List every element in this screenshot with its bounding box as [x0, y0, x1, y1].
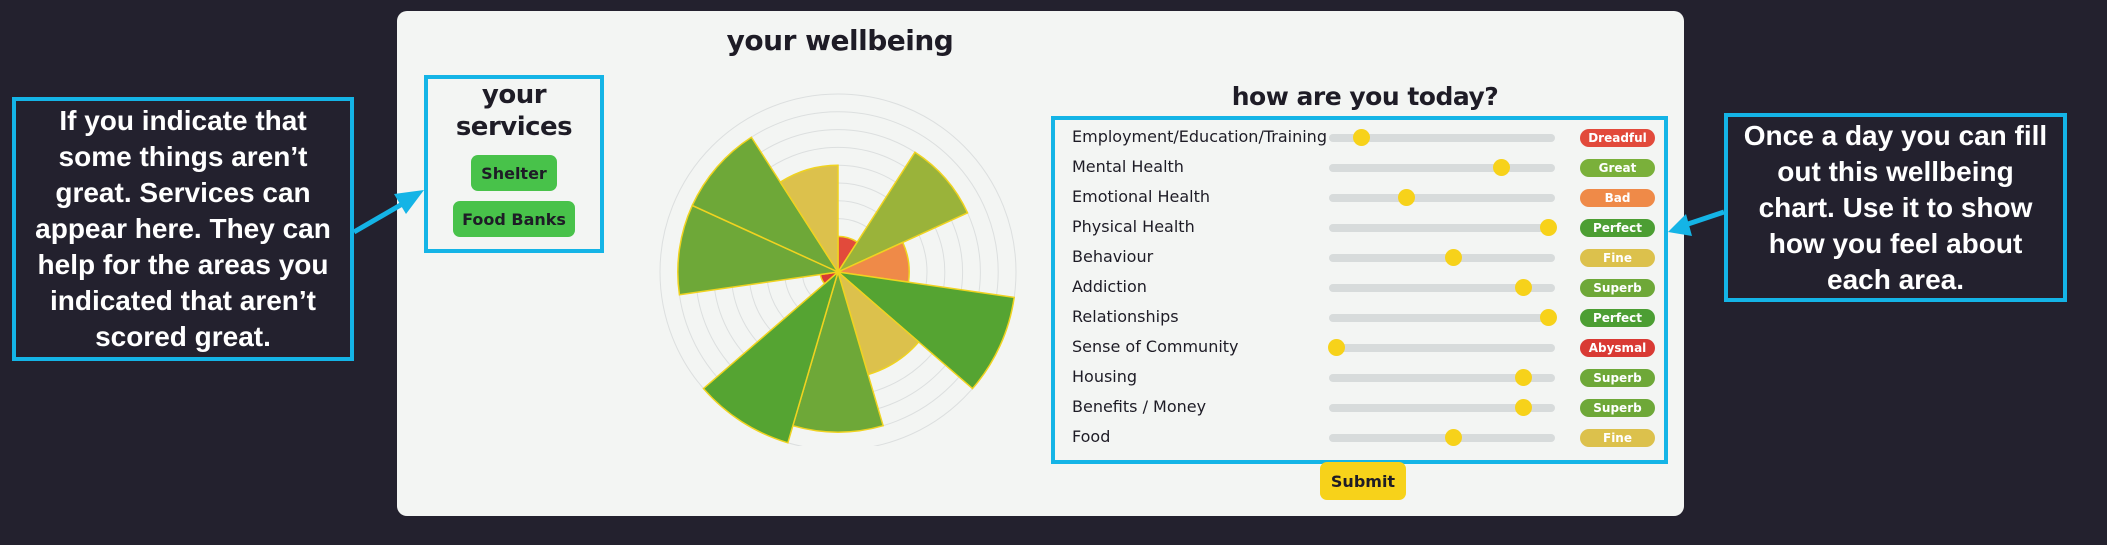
wellbeing-row: Emotional Health Bad [1072, 182, 1662, 212]
wellbeing-form: Employment/Education/Training Dreadful Men… [1051, 116, 1668, 464]
rating-badge: Dreadful [1580, 129, 1655, 147]
rating-badge: Perfect [1580, 219, 1655, 237]
rating-badge: Superb [1580, 369, 1655, 387]
chart-title: your wellbeing [726, 24, 954, 57]
services-title-line2: services [455, 112, 573, 142]
row-label: Employment/Education/Training [1072, 127, 1327, 146]
row-label: Mental Health [1072, 157, 1184, 176]
shelter-button[interactable]: Shelter [471, 155, 557, 191]
row-label: Emotional Health [1072, 187, 1211, 206]
rating-badge: Bad [1580, 189, 1655, 207]
services-title-line1: your [481, 80, 547, 110]
rating-badge: Superb [1580, 399, 1655, 417]
row-label: Relationships [1072, 307, 1179, 326]
slider-thumb[interactable] [1540, 309, 1558, 326]
wellbeing-row: Sense of Community Abysmal [1072, 332, 1662, 362]
wellbeing-row: Housing Superb [1072, 362, 1662, 392]
rating-slider[interactable] [1329, 279, 1555, 296]
rating-badge: Great [1580, 159, 1655, 177]
slider-thumb[interactable] [1445, 429, 1463, 446]
slider-thumb[interactable] [1327, 339, 1345, 356]
form-title: how are you today? [1231, 82, 1499, 111]
wellbeing-row: Physical Health Perfect [1072, 212, 1662, 242]
row-label: Benefits / Money [1072, 397, 1207, 416]
slider-thumb[interactable] [1397, 189, 1415, 206]
slider-thumb[interactable] [1492, 159, 1510, 176]
rating-slider[interactable] [1329, 369, 1555, 386]
row-label: Physical Health [1072, 217, 1195, 236]
wellbeing-row: Relationships Perfect [1072, 302, 1662, 332]
right-arrowhead-icon [1668, 214, 1692, 236]
submit-button[interactable]: Submit [1320, 462, 1406, 500]
slider-thumb[interactable] [1352, 129, 1370, 146]
slider-thumb[interactable] [1515, 369, 1533, 386]
slider-thumb[interactable] [1515, 279, 1533, 296]
rating-slider[interactable] [1327, 339, 1555, 356]
rating-badge: Abysmal [1580, 339, 1655, 357]
wellbeing-row: Mental Health Great [1072, 152, 1662, 182]
row-label: Housing [1072, 367, 1138, 386]
wellbeing-row: Benefits / Money Superb [1072, 392, 1662, 422]
left-callout-arrow [352, 200, 406, 235]
row-label: Sense of Community [1072, 337, 1239, 356]
rating-slider[interactable] [1329, 129, 1555, 146]
rating-slider[interactable] [1329, 189, 1555, 206]
rating-slider[interactable] [1329, 249, 1555, 266]
wellbeing-row: Employment/Education/Training Dreadful [1072, 122, 1662, 152]
row-label: Addiction [1072, 277, 1147, 296]
rating-slider[interactable] [1329, 399, 1555, 416]
rating-badge: Superb [1580, 279, 1655, 297]
rating-badge: Fine [1580, 429, 1655, 447]
slider-thumb[interactable] [1515, 399, 1533, 416]
wellbeing-row: Addiction Superb [1072, 272, 1662, 302]
food-banks-button[interactable]: Food Banks [453, 201, 575, 237]
rating-slider[interactable] [1329, 159, 1555, 176]
slider-thumb[interactable] [1540, 219, 1558, 236]
rating-badge: Fine [1580, 249, 1655, 267]
row-label: Behaviour [1072, 247, 1154, 266]
services-box: your services Shelter Food Banks [424, 75, 604, 253]
rating-slider[interactable] [1329, 309, 1558, 326]
rating-slider[interactable] [1329, 219, 1558, 236]
left-arrowhead-icon [394, 190, 424, 214]
rating-badge: Perfect [1580, 309, 1655, 327]
wellbeing-row: Behaviour Fine [1072, 242, 1662, 272]
wellbeing-row: Food Fine [1072, 422, 1662, 452]
services-title: your services [428, 79, 600, 143]
slider-thumb[interactable] [1445, 249, 1463, 266]
row-label: Food [1072, 427, 1111, 446]
rating-slider[interactable] [1329, 429, 1555, 446]
wellbeing-polar-chart [659, 93, 1017, 446]
